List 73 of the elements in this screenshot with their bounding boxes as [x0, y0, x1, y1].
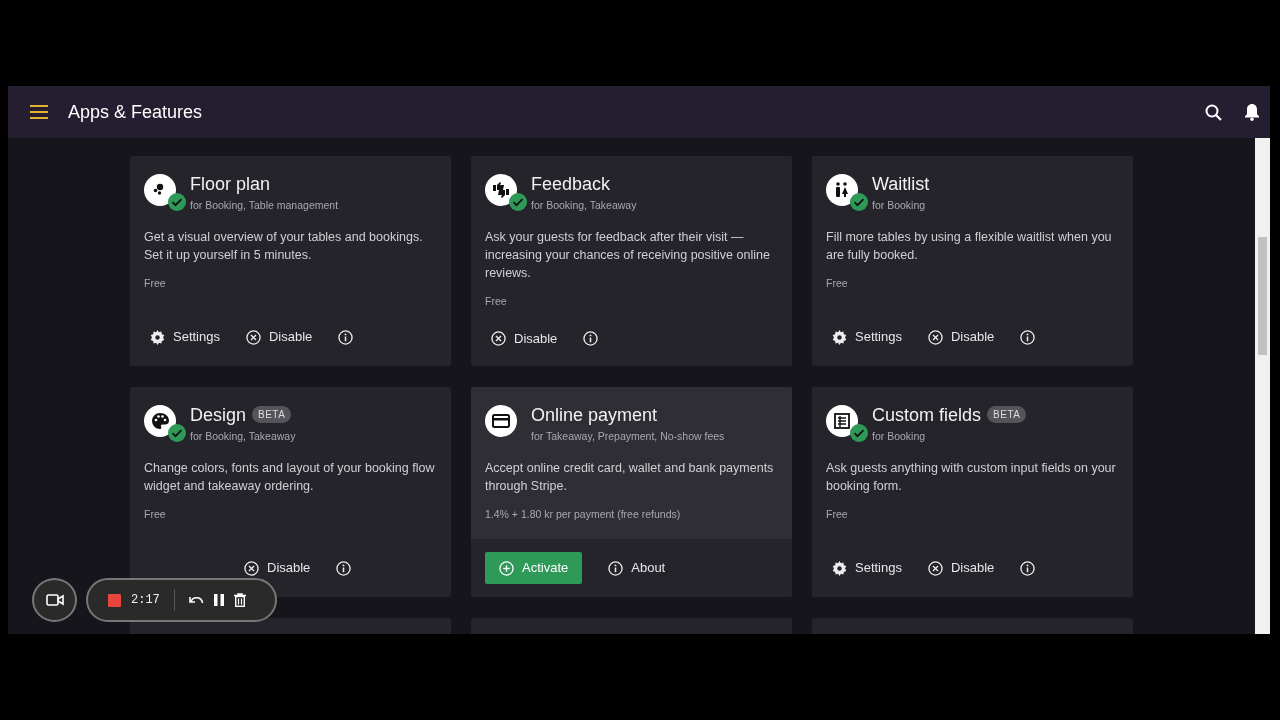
gear-icon	[832, 560, 847, 576]
disable-button[interactable]: Disable	[928, 558, 995, 578]
floor-plan-icon	[144, 174, 176, 206]
app-price: Free	[144, 275, 167, 291]
stop-icon[interactable]	[108, 593, 121, 607]
app-categories: for Booking	[872, 429, 927, 444]
menu-icon[interactable]	[30, 105, 48, 119]
close-icon	[491, 331, 506, 346]
app-categories: for Booking, Takeaway	[190, 429, 296, 444]
thumbs-icon	[485, 174, 517, 206]
close-icon	[246, 329, 261, 345]
app-categories: for Booking	[872, 198, 927, 213]
info-icon	[1020, 329, 1036, 345]
undo-icon[interactable]	[188, 595, 204, 605]
app-categories: for Takeaway, Prepayment, No-show fees	[531, 429, 725, 444]
app-description: Fill more tables by using a flexible waitlist when you are fully booked.	[826, 228, 1113, 264]
disable-button[interactable]: Disable	[491, 328, 558, 349]
activate-button[interactable]: Activate	[485, 552, 583, 584]
app-title: Design	[190, 405, 247, 425]
app-title: Custom fields	[872, 405, 982, 425]
app-title: Waitlist	[872, 174, 930, 194]
app-price: Free	[144, 506, 167, 522]
app-description: Accept online credit card, wallet and bank payments through Stripe.	[485, 459, 775, 495]
app-categories: for Booking, Table management	[190, 198, 339, 213]
disable-button[interactable]: Disable	[244, 558, 311, 578]
app-price: Free	[826, 506, 849, 522]
info-icon	[336, 560, 352, 576]
gear-icon	[832, 329, 847, 345]
people-icon	[826, 174, 858, 206]
info-icon	[338, 329, 354, 345]
app-description: Change colors, fonts and layout of your booking flow widget and takeaway ordering.	[144, 459, 436, 495]
beta-badge: BETA	[252, 406, 292, 423]
gear-icon	[150, 329, 165, 345]
app-price: Free	[485, 293, 508, 309]
info-button[interactable]	[338, 329, 354, 345]
beta-badge: BETA	[987, 406, 1027, 423]
info-button[interactable]	[1020, 329, 1036, 345]
search-icon[interactable]	[1205, 103, 1222, 121]
app-description: Ask guests anything with custom input fields on your booking form.	[826, 459, 1117, 495]
info-icon	[608, 560, 624, 576]
disable-button[interactable]: Disable	[246, 327, 313, 347]
info-button[interactable]	[336, 560, 352, 576]
settings-button[interactable]: Settings	[150, 327, 220, 347]
close-icon	[928, 560, 943, 576]
card-icon	[485, 405, 517, 437]
settings-button[interactable]: Settings	[832, 558, 902, 578]
page-title: Apps & Features	[68, 100, 203, 124]
disable-button[interactable]: Disable	[928, 327, 995, 347]
app-categories: for Booking, Takeaway	[531, 198, 637, 213]
app-title: Online payment	[531, 405, 658, 425]
app-title: Feedback	[531, 174, 611, 194]
app-title: Floor plan	[190, 174, 271, 194]
info-button[interactable]	[1020, 560, 1036, 576]
app-description: Ask your guests for feedback after their visit — increasing your chances of receiving positive online reviews.	[485, 228, 771, 282]
app-price: 1.4% + 1.80 kr per payment (free refunds)	[485, 506, 682, 522]
palette-icon	[144, 405, 176, 437]
about-button[interactable]: About	[608, 558, 666, 578]
trash-icon[interactable]	[233, 593, 246, 607]
recording-time: 2:17	[131, 592, 160, 609]
pause-icon[interactable]	[213, 594, 224, 606]
info-icon	[583, 331, 599, 346]
app-price: Free	[826, 275, 849, 291]
video-camera-icon	[45, 594, 64, 606]
scrollbar[interactable]	[1255, 138, 1270, 634]
settings-button[interactable]: Settings	[832, 327, 902, 347]
info-button[interactable]	[583, 331, 599, 346]
app-description: Get a visual overview of your tables and bookings. Set it up yourself in 5 minutes.	[144, 228, 424, 264]
plus-icon	[499, 560, 514, 576]
close-icon	[928, 329, 943, 345]
bell-icon[interactable]	[1244, 103, 1260, 121]
info-icon	[1020, 560, 1036, 576]
close-icon	[244, 560, 259, 576]
form-icon	[826, 405, 858, 437]
